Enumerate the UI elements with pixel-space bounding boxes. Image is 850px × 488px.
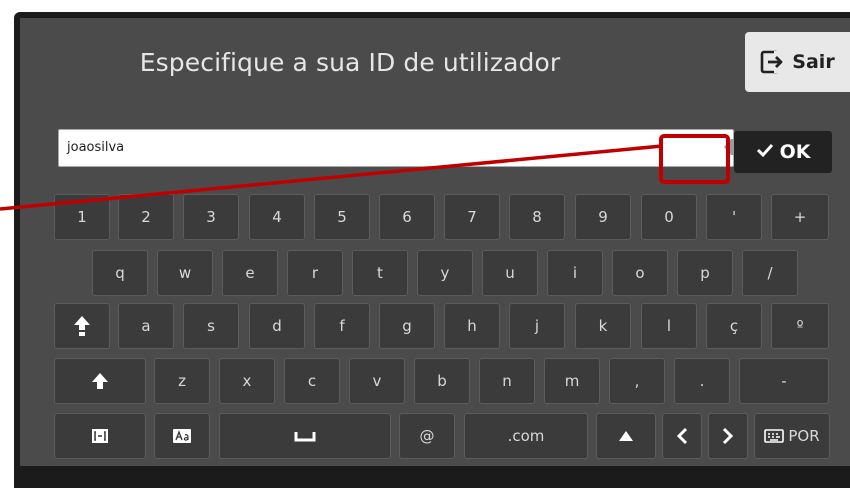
key-9[interactable]: 9 <box>575 194 631 240</box>
case-icon <box>173 429 191 443</box>
key-comma[interactable]: , <box>609 358 665 404</box>
user-id-input[interactable]: joaosilva <box>58 129 748 167</box>
key-p[interactable]: p <box>677 250 733 296</box>
key-g[interactable]: g <box>379 303 435 349</box>
key-b[interactable]: b <box>414 358 470 404</box>
checkmark-icon <box>756 141 774 163</box>
key-n[interactable]: n <box>479 358 535 404</box>
dialog-title: Especifique a sua ID de utilizador <box>139 48 561 77</box>
key-c-cedilla[interactable]: ç <box>706 303 762 349</box>
key-s[interactable]: s <box>183 303 239 349</box>
key-plus[interactable]: + <box>771 194 829 240</box>
right-arrow-key[interactable] <box>708 413 748 459</box>
key-hyphen[interactable]: - <box>739 358 829 404</box>
up-arrow-icon <box>618 430 634 442</box>
key-z[interactable]: z <box>154 358 210 404</box>
key-m[interactable]: m <box>544 358 600 404</box>
ok-button[interactable]: OK <box>734 131 832 173</box>
key-e[interactable]: e <box>222 250 278 296</box>
keyboard-icon <box>764 429 785 443</box>
symbols-key[interactable] <box>54 413 146 459</box>
left-arrow-key[interactable] <box>662 413 702 459</box>
key-slash[interactable]: / <box>742 250 798 296</box>
bottom-bezel <box>14 472 850 488</box>
key-1[interactable]: 1 <box>54 194 110 240</box>
up-arrow-key[interactable] <box>596 413 656 459</box>
key-o[interactable]: o <box>612 250 668 296</box>
key-5[interactable]: 5 <box>314 194 370 240</box>
key-a[interactable]: a <box>118 303 174 349</box>
key-d[interactable]: d <box>249 303 305 349</box>
key-v[interactable]: v <box>349 358 405 404</box>
symbols-icon <box>91 428 109 444</box>
key-0[interactable]: 0 <box>641 194 697 240</box>
key-period[interactable]: . <box>674 358 730 404</box>
key-2[interactable]: 2 <box>118 194 174 240</box>
exit-icon <box>760 50 785 74</box>
exit-button[interactable]: Sair <box>745 32 850 92</box>
key-ordinal[interactable]: º <box>771 303 829 349</box>
caps-lock-icon <box>73 315 91 337</box>
exit-label: Sair <box>792 51 835 73</box>
key-apostrophe[interactable]: ' <box>706 194 762 240</box>
space-icon <box>294 430 316 442</box>
key-q[interactable]: q <box>92 250 148 296</box>
space-key[interactable] <box>219 413 391 459</box>
case-key[interactable] <box>154 413 210 459</box>
ok-label: OK <box>779 141 811 163</box>
language-key[interactable]: POR <box>754 413 830 459</box>
key-k[interactable]: k <box>575 303 631 349</box>
key-w[interactable]: w <box>157 250 213 296</box>
language-label: POR <box>788 427 820 445</box>
user-id-value: joaosilva <box>67 140 125 155</box>
dotcom-key[interactable]: .com <box>464 413 588 459</box>
left-arrow-icon <box>676 427 688 445</box>
key-3[interactable]: 3 <box>183 194 239 240</box>
key-r[interactable]: r <box>287 250 343 296</box>
key-h[interactable]: h <box>444 303 500 349</box>
key-6[interactable]: 6 <box>379 194 435 240</box>
key-7[interactable]: 7 <box>444 194 500 240</box>
key-y[interactable]: y <box>417 250 473 296</box>
key-j[interactable]: j <box>509 303 565 349</box>
key-u[interactable]: u <box>482 250 538 296</box>
right-arrow-icon <box>722 427 734 445</box>
key-at[interactable]: @ <box>399 413 455 459</box>
key-i[interactable]: i <box>547 250 603 296</box>
key-f[interactable]: f <box>314 303 370 349</box>
caps-lock-key[interactable] <box>54 303 110 349</box>
key-8[interactable]: 8 <box>509 194 565 240</box>
shift-key[interactable] <box>54 358 146 404</box>
key-l[interactable]: l <box>641 303 697 349</box>
key-t[interactable]: t <box>352 250 408 296</box>
key-x[interactable]: x <box>219 358 275 404</box>
shift-icon <box>91 372 109 390</box>
login-screen: Especifique a sua ID de utilizador Sair … <box>20 18 850 466</box>
key-4[interactable]: 4 <box>249 194 305 240</box>
key-c[interactable]: c <box>284 358 340 404</box>
